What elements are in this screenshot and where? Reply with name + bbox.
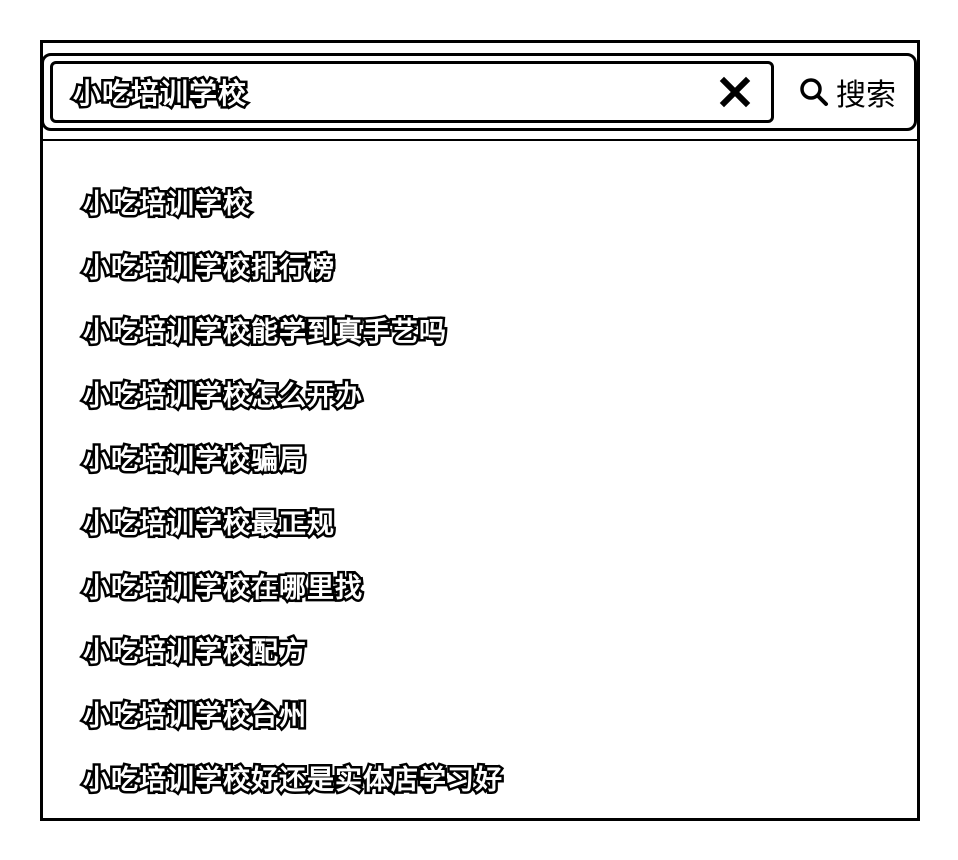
suggestion-item[interactable]: 小吃培训学校最正规 <box>81 489 503 553</box>
search-panel: 小吃培训学校 搜索 小吃培训学校 小吃培训学校排行榜 小吃培训学校能学到真手艺吗… <box>40 40 920 821</box>
suggestion-item[interactable]: 小吃培训学校好还是实体店学习好 <box>81 745 505 809</box>
search-input[interactable]: 小吃培训学校 <box>50 61 774 123</box>
suggestion-item[interactable]: 小吃培训学校骗局 <box>81 425 503 489</box>
suggestion-text: 小吃培训学校配方 <box>81 634 309 670</box>
magnifier-icon <box>800 78 828 106</box>
suggestion-item[interactable]: 小吃培训学校在哪里找 <box>81 553 503 617</box>
search-input-value: 小吃培训学校 <box>70 75 248 113</box>
suggestion-text: 小吃培训学校排行榜 <box>81 250 337 286</box>
suggestion-text: 小吃培训学校能学到真手艺吗 <box>81 314 449 350</box>
close-icon <box>716 73 754 111</box>
suggestion-text: 小吃培训学校好还是实体店学习好 <box>81 762 505 798</box>
search-button-label: 搜索 <box>836 78 896 113</box>
suggestion-item[interactable]: 小吃培训学校能学到真手艺吗 <box>81 297 503 361</box>
suggestion-item[interactable]: 小吃培训学校排行榜 <box>81 233 503 297</box>
suggestion-item[interactable]: 小吃培训学校台州 <box>81 681 503 745</box>
suggestion-item[interactable]: 小吃培训学校怎么开办 <box>81 361 503 425</box>
suggestion-item[interactable]: 小吃培训学校配方 <box>81 617 503 681</box>
search-bar: 小吃培训学校 搜索 <box>41 53 917 131</box>
suggestion-text: 小吃培训学校骗局 <box>81 442 309 478</box>
suggestion-text: 小吃培训学校台州 <box>81 698 309 734</box>
suggestion-text: 小吃培训学校怎么开办 <box>81 378 365 414</box>
suggestion-text: 小吃培训学校 <box>81 186 253 222</box>
suggestion-list: 小吃培训学校 小吃培训学校排行榜 小吃培训学校能学到真手艺吗 小吃培训学校怎么开… <box>81 169 505 809</box>
clear-button[interactable] <box>716 73 754 111</box>
suggestion-text: 小吃培训学校最正规 <box>81 506 337 542</box>
divider <box>43 139 917 141</box>
suggestion-item[interactable]: 小吃培训学校 <box>81 169 503 233</box>
suggestion-text: 小吃培训学校在哪里找 <box>81 570 365 606</box>
search-button[interactable]: 搜索 <box>784 61 910 123</box>
